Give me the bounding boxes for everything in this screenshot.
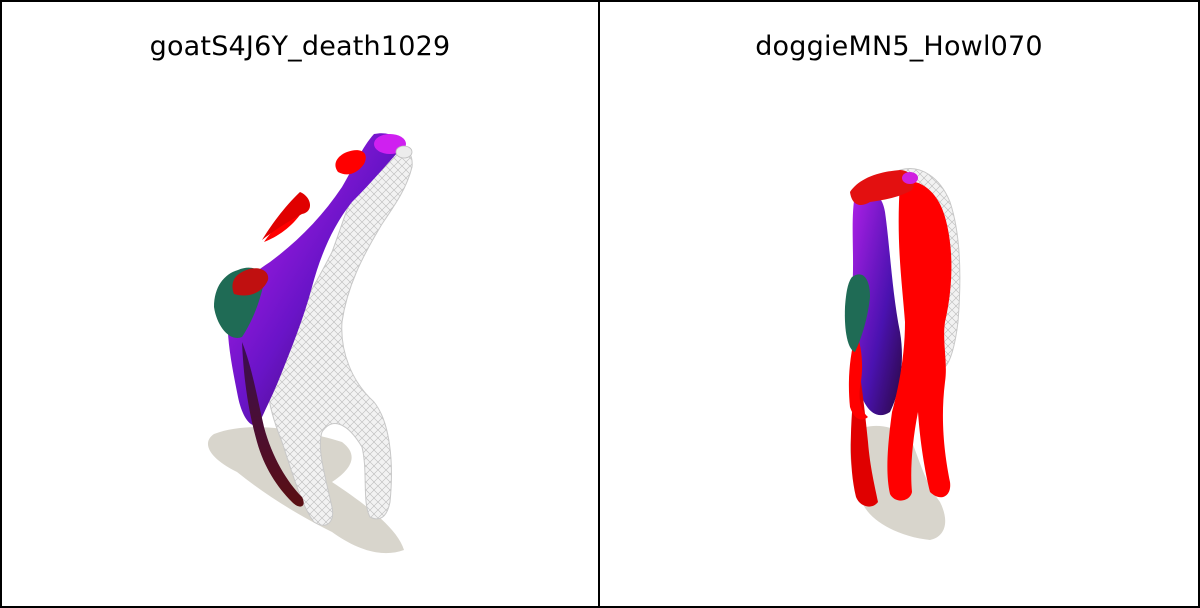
comparison-figure: goatS4J6Y_death1029 doggieMN5_Howl070: [0, 0, 1200, 608]
panel-right: doggieMN5_Howl070: [600, 2, 1198, 606]
dog-mesh-render: [844, 168, 961, 540]
goat-horn: [262, 192, 311, 240]
panel-left: goatS4J6Y_death1029: [2, 2, 600, 606]
goat-mesh-render: [207, 133, 413, 554]
